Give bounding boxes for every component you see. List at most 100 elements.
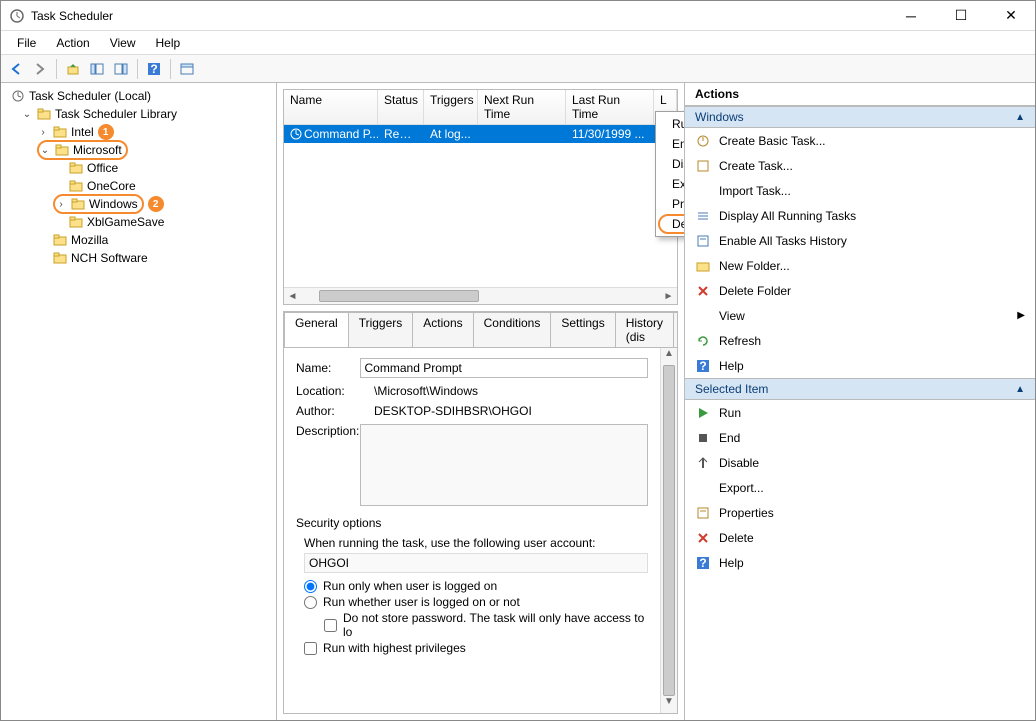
menu-view[interactable]: View [100,34,146,52]
tab-conditions[interactable]: Conditions [473,312,552,347]
expander-icon[interactable]: ⌄ [39,145,51,156]
action-help[interactable]: ?Help [685,353,1035,378]
tab-actions[interactable]: Actions [412,312,473,347]
section-selected[interactable]: Selected Item ▲ [685,378,1035,400]
folder-icon [68,160,84,176]
tree-onecore[interactable]: OneCore [5,177,272,195]
tree-intel[interactable]: › Intel 1 [5,123,272,141]
folder-icon [52,232,68,248]
action-import[interactable]: Import Task... [685,178,1035,203]
vertical-scrollbar[interactable]: ▲ ▼ [660,348,677,713]
tab-scroll-left[interactable]: ◄ [673,312,678,347]
field-name[interactable] [360,358,648,378]
scroll-thumb[interactable] [319,290,479,302]
task-row[interactable]: Command P... Ready At log... 11/30/1999 … [284,125,677,143]
minimize-button[interactable]: ─ [895,4,927,28]
menu-action[interactable]: Action [46,34,99,52]
tree-windows-label: Windows [89,197,138,211]
ctx-run[interactable]: Run [658,114,685,134]
radio-logged-on[interactable]: Run only when user is logged on [304,579,648,593]
tree-library[interactable]: ⌄ Task Scheduler Library [5,105,272,123]
stop-icon [695,430,711,446]
properties-body: Name: Location: \Microsoft\Windows Autho… [284,348,660,713]
ctx-properties[interactable]: Properties [658,194,685,214]
toolbar-forward[interactable] [29,58,51,80]
expander-icon[interactable]: ⌄ [21,109,33,120]
tree-root-label: Task Scheduler (Local) [29,89,151,103]
scroll-up-icon[interactable]: ▲ [661,348,677,365]
col-triggers[interactable]: Triggers [424,90,478,124]
collapse-icon[interactable]: ▲ [1015,384,1025,395]
tab-triggers[interactable]: Triggers [348,312,414,347]
tree-nch[interactable]: NCH Software [5,249,272,267]
checkbox-highest[interactable]: Run with highest privileges [304,641,648,655]
ctx-end[interactable]: End [658,134,685,154]
action-new-folder[interactable]: New Folder... [685,253,1035,278]
col-name[interactable]: Name [284,90,378,124]
action-view[interactable]: View▶ [685,303,1035,328]
checkbox-highest-input[interactable] [304,642,317,655]
col-next[interactable]: Next Run Time [478,90,566,124]
maximize-button[interactable]: ☐ [945,4,977,28]
action-delete[interactable]: Delete [685,525,1035,550]
tree-mozilla[interactable]: Mozilla [5,231,272,249]
tree-microsoft[interactable]: ⌄ Microsoft [5,141,272,159]
action-end[interactable]: End [685,425,1035,450]
folder-icon [52,250,68,266]
expander-icon[interactable]: › [55,199,67,210]
toolbar-showhide-tree[interactable] [86,58,108,80]
close-button[interactable]: ✕ [995,4,1027,28]
ctx-export[interactable]: Export... [658,174,685,194]
action-delete-folder[interactable]: Delete Folder [685,278,1035,303]
scroll-right-icon[interactable]: ► [660,291,677,302]
folder-icon [52,124,68,140]
folder-icon [70,196,86,212]
toolbar-back[interactable] [5,58,27,80]
tab-settings[interactable]: Settings [550,312,615,347]
ctx-delete[interactable]: Delete [658,214,685,234]
tab-history[interactable]: History (dis [615,312,674,347]
field-description[interactable] [360,424,648,506]
svg-text:?: ? [699,556,706,570]
action-create-task[interactable]: Create Task... [685,153,1035,178]
folder-icon [68,178,84,194]
action-enable-history[interactable]: Enable All Tasks History [685,228,1035,253]
task-status: Ready [378,127,424,141]
checkbox-nopass[interactable]: Do not store password. The task will onl… [324,611,648,639]
horizontal-scrollbar[interactable]: ◄ ► [284,287,677,304]
expander-icon[interactable]: › [37,127,49,138]
tree-root[interactable]: Task Scheduler (Local) [5,87,272,105]
action-display-all[interactable]: Display All Running Tasks [685,203,1035,228]
menu-file[interactable]: File [7,34,46,52]
action-export[interactable]: Export... [685,475,1035,500]
security-options-label: Security options [296,516,648,530]
col-status[interactable]: Status [378,90,424,124]
toolbar-up[interactable] [62,58,84,80]
action-refresh[interactable]: Refresh [685,328,1035,353]
scroll-left-icon[interactable]: ◄ [284,291,301,302]
radio-logged-on-input[interactable] [304,580,317,593]
toolbar-console[interactable] [176,58,198,80]
menu-help[interactable]: Help [146,34,191,52]
checkbox-nopass-input[interactable] [324,619,337,632]
action-help-2[interactable]: ?Help [685,550,1035,575]
scroll-down-icon[interactable]: ▼ [661,696,677,713]
scroll-thumb-vertical[interactable] [663,365,675,696]
tree-windows[interactable]: › Windows 2 [5,195,272,213]
action-disable[interactable]: Disable [685,450,1035,475]
tree-office[interactable]: Office [5,159,272,177]
action-run[interactable]: Run [685,400,1035,425]
action-create-basic[interactable]: Create Basic Task... [685,128,1035,153]
toolbar-showhide-actions[interactable] [110,58,132,80]
section-windows[interactable]: Windows ▲ [685,106,1035,128]
toolbar-help[interactable]: ? [143,58,165,80]
tab-general[interactable]: General [284,312,349,347]
col-last[interactable]: Last Run Time [566,90,654,124]
action-properties[interactable]: Properties [685,500,1035,525]
task-list: Name Status Triggers Next Run Time Last … [283,89,678,305]
ctx-disable[interactable]: Disable [658,154,685,174]
tree-xblgamesave[interactable]: XblGameSave [5,213,272,231]
radio-whether-input[interactable] [304,596,317,609]
radio-whether[interactable]: Run whether user is logged on or not [304,595,648,609]
collapse-icon[interactable]: ▲ [1015,112,1025,123]
